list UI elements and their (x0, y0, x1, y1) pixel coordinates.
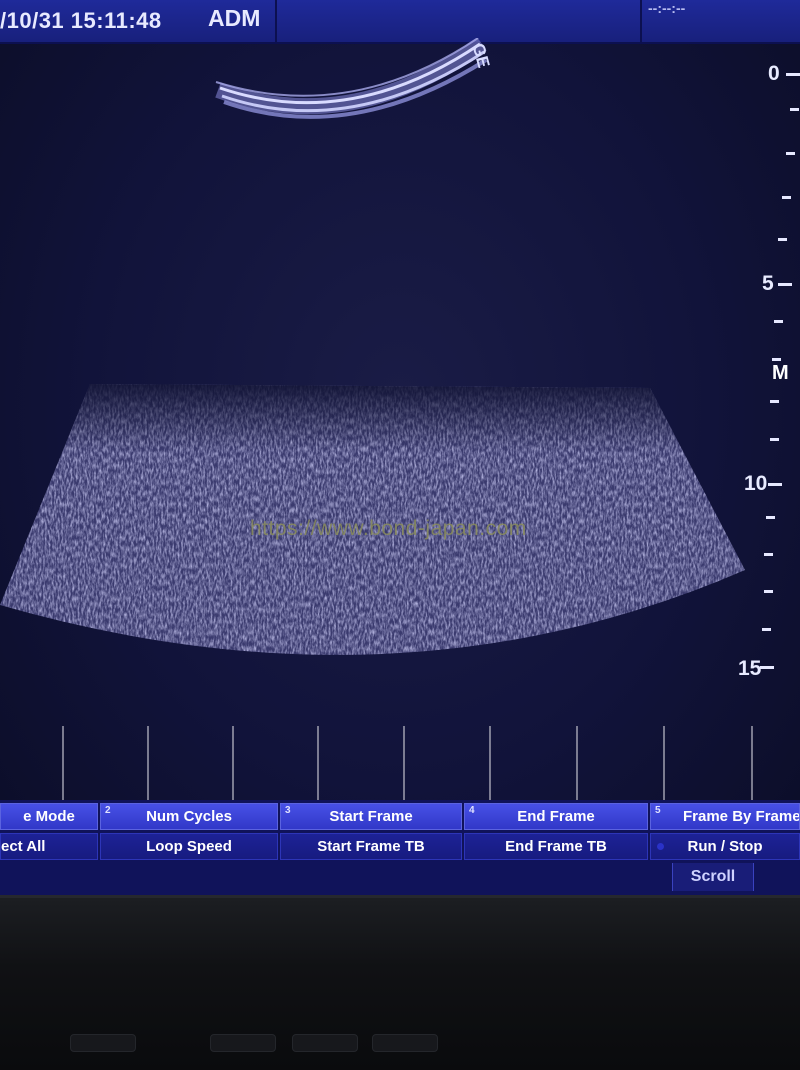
select-all-softkey[interactable]: ect All (0, 833, 98, 860)
header-indicator: --:--:-- (648, 0, 686, 16)
depth-tick (786, 152, 795, 155)
timeline-line (232, 726, 234, 800)
header-divider (640, 0, 642, 42)
softkey-label: End Frame TB (505, 838, 607, 855)
mode-softkey[interactable]: e Mode (0, 803, 98, 830)
bezel-button[interactable] (70, 1034, 136, 1052)
radio-dot-icon (657, 843, 664, 850)
depth-tick (786, 73, 800, 76)
depth-tick (770, 438, 779, 441)
ultrasound-screen: /10/31 15:11:48 ADM --:--:-- GE https://… (0, 0, 800, 895)
bezel-button[interactable] (292, 1034, 358, 1052)
depth-tick (772, 358, 781, 361)
depth-label-5: 5 (762, 272, 774, 295)
date-time: /10/31 15:11:48 (0, 8, 162, 33)
operator-id: ADM (208, 5, 261, 31)
softkey-label: Start Frame (329, 808, 413, 825)
softkey-menu: e Mode 2 Num Cycles 3 Start Frame 4 End … (0, 800, 800, 895)
depth-tick (778, 238, 787, 241)
softkey-label: End Frame (517, 808, 595, 825)
loop-speed-softkey[interactable]: Loop Speed (100, 833, 278, 860)
depth-tick (764, 590, 773, 593)
softkey-label: Frame By Frame (683, 808, 800, 825)
softkey-number: 2 (105, 805, 111, 816)
depth-tick (774, 320, 783, 323)
end-frame-softkey[interactable]: 4 End Frame (464, 803, 648, 830)
depth-label-0: 0 (768, 62, 780, 85)
softkey-label: Loop Speed (146, 838, 232, 855)
header-divider (275, 0, 277, 42)
softkey-number: 3 (285, 805, 291, 816)
softkey-label: e Mode (23, 808, 75, 825)
timeline-line (751, 726, 753, 800)
bezel-button[interactable] (372, 1034, 438, 1052)
timeline-line (62, 726, 64, 800)
ge-logo-icon: GE (468, 41, 494, 70)
depth-tick (770, 400, 779, 403)
depth-tick (762, 628, 771, 631)
num-cycles-softkey[interactable]: 2 Num Cycles (100, 803, 278, 830)
depth-tick (778, 283, 792, 286)
depth-label-10: 10 (744, 472, 768, 495)
frame-by-frame-softkey[interactable]: 5 Frame By Frame (650, 803, 800, 830)
depth-tick (782, 196, 791, 199)
depth-tick (764, 553, 773, 556)
timeline-line (317, 726, 319, 800)
timeline-line (147, 726, 149, 800)
depth-tick (790, 108, 799, 111)
softkey-label: ect All (1, 838, 46, 855)
scroll-button[interactable]: Scroll (672, 863, 754, 891)
timeline-line (489, 726, 491, 800)
depth-label-15: 15 (738, 657, 762, 680)
depth-tick (768, 483, 782, 486)
timeline-line (403, 726, 405, 800)
start-frame-tb-softkey[interactable]: Start Frame TB (280, 833, 462, 860)
softkey-number: 4 (469, 805, 475, 816)
bezel-button[interactable] (210, 1034, 276, 1052)
softkey-label: Start Frame TB (317, 838, 425, 855)
probe-face-artifact (215, 38, 488, 119)
watermark-text: https://www.bond-japan.com (250, 517, 527, 540)
softkey-number: 5 (655, 805, 661, 816)
depth-tick (766, 516, 775, 519)
focus-marker-icon: M (772, 362, 789, 384)
timeline-line (663, 726, 665, 800)
depth-tick (760, 666, 774, 669)
run-stop-softkey[interactable]: Run / Stop (650, 833, 800, 860)
softkey-label: Run / Stop (687, 838, 763, 855)
start-frame-softkey[interactable]: 3 Start Frame (280, 803, 462, 830)
softkey-label: Num Cycles (146, 808, 232, 825)
end-frame-tb-softkey[interactable]: End Frame TB (464, 833, 648, 860)
timeline-line (576, 726, 578, 800)
